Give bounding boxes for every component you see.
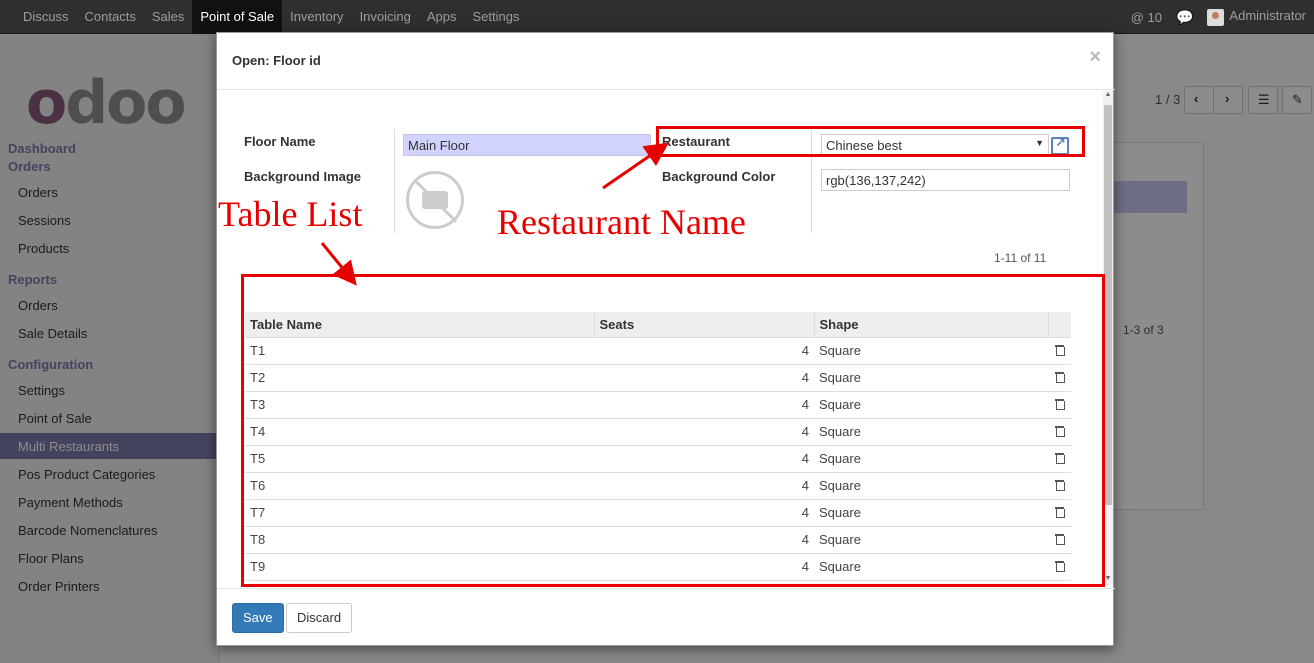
menu-discuss[interactable]: Discuss xyxy=(15,0,77,34)
table-list-highlight-box xyxy=(241,274,1105,587)
menu-settings[interactable]: Settings xyxy=(465,0,528,34)
background-image-label: Background Image xyxy=(244,169,362,184)
user-menu[interactable]: Administrator xyxy=(1207,8,1306,26)
menu-inventory[interactable]: Inventory xyxy=(282,0,351,34)
scrollbar-thumb[interactable] xyxy=(1104,105,1112,505)
topbar-right: @ 10 💬 Administrator xyxy=(1131,0,1306,34)
menu-sales[interactable]: Sales xyxy=(144,0,193,34)
dialog-footer: Save Discard xyxy=(217,588,1115,647)
table-list-annotation: Table List xyxy=(218,194,363,234)
discard-button[interactable]: Discard xyxy=(286,603,353,633)
table-pager: 1-11 of 11 xyxy=(994,251,1047,265)
background-color-label: Background Color xyxy=(662,169,776,184)
scroll-up-icon[interactable]: ▲ xyxy=(1104,91,1112,98)
top-navbar: Discuss Contacts Sales Point of Sale Inv… xyxy=(0,0,1314,34)
mentions-counter[interactable]: @ 10 xyxy=(1131,10,1162,25)
field-divider xyxy=(394,129,395,233)
dialog-header: Open: Floor id × xyxy=(217,33,1115,90)
menu-apps[interactable]: Apps xyxy=(419,0,465,34)
main-menu: Discuss Contacts Sales Point of Sale Inv… xyxy=(15,0,528,34)
menu-invoicing[interactable]: Invoicing xyxy=(352,0,419,34)
background-color-input[interactable]: rgb(136,137,242) xyxy=(821,169,1070,191)
menu-contacts[interactable]: Contacts xyxy=(77,0,144,34)
restaurant-name-annotation: Restaurant Name xyxy=(497,202,746,242)
close-icon[interactable]: × xyxy=(1089,46,1101,69)
chat-icon[interactable]: 💬 xyxy=(1176,9,1193,26)
dialog-title: Open: Floor id xyxy=(232,53,321,68)
restaurant-highlight-box xyxy=(656,126,1085,157)
avatar xyxy=(1207,8,1225,26)
no-image-icon[interactable] xyxy=(406,171,464,229)
scroll-down-icon[interactable]: ▼ xyxy=(1104,575,1112,582)
menu-point-of-sale[interactable]: Point of Sale xyxy=(192,0,283,34)
floor-name-input[interactable]: Main Floor xyxy=(403,134,651,156)
floor-name-label: Floor Name xyxy=(244,134,316,149)
user-name: Administrator xyxy=(1229,8,1306,24)
save-button[interactable]: Save xyxy=(232,603,284,633)
